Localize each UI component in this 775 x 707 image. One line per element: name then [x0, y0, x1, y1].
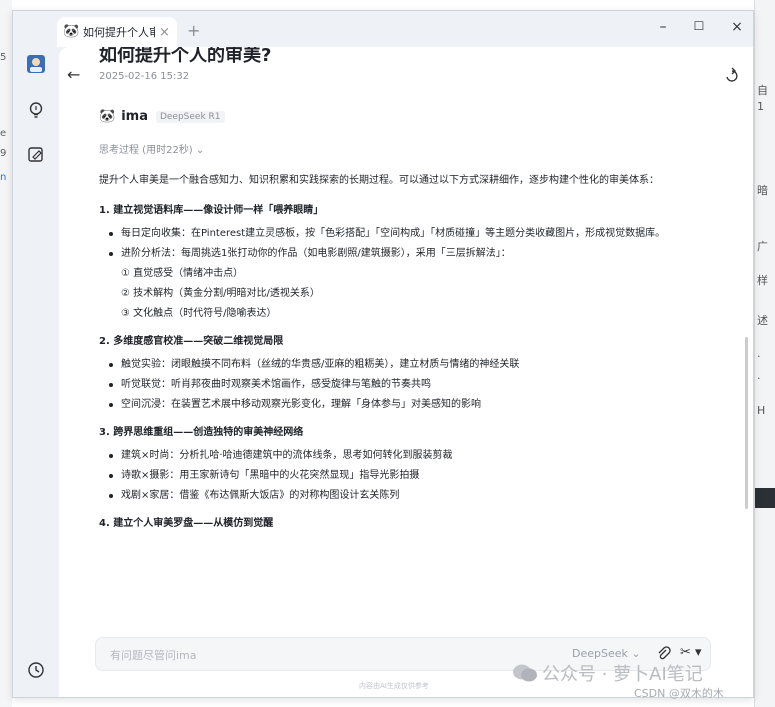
chat-content: ← 如何提升个人的审美? 2025-02-16 15:32 🐼 ima Deep…	[59, 47, 753, 697]
panda-logo-icon: 🐼	[99, 109, 116, 124]
maximize-button[interactable]: ☐	[689, 19, 709, 33]
ima-window: 🐼 如何提升个人审美 × + – ☐ ×	[12, 10, 754, 698]
bg-char: 述	[757, 314, 768, 327]
bg-char: n	[0, 172, 7, 183]
section-heading: 3. 跨界思维重组——创造独特的审美神经网络	[99, 427, 304, 438]
section-heading: 4. 建立个人审美罗盘——从模仿到觉醒	[99, 518, 274, 529]
clock-icon	[28, 662, 44, 678]
background-window-right: 自 1 暗 广 样 述 · · H	[754, 0, 775, 707]
list-item: 听觉联觉：听肖邦夜曲时观察美术馆画作，感受旋律与笔触的节奏共鸣	[99, 375, 719, 395]
bg-char: 自	[757, 84, 768, 97]
lightbulb-icon	[29, 102, 43, 118]
bg-char: 广	[757, 240, 768, 253]
list-item: 建筑×时尚：分析扎哈·哈迪德建筑中的流体线条，思考如何转化到服装剪裁	[99, 446, 719, 466]
bg-char: H	[757, 404, 766, 417]
scrollbar[interactable]	[745, 337, 748, 509]
list-item: 戏剧×家居：借鉴《布达佩斯大饭店》的对称构图设计玄关陈列	[99, 486, 719, 506]
scissors-icon[interactable]: ✂ ▾	[680, 645, 702, 660]
tab-current[interactable]: 🐼 如何提升个人审美 ×	[57, 17, 177, 47]
sub-item: ③ 文化触点（时代符号/隐喻表达）	[121, 308, 277, 319]
list-item: 空间沉浸：在装置艺术展中移动观察光影变化，理解「身体参与」对美感知的影响	[99, 395, 719, 415]
avatar-icon	[27, 55, 45, 73]
bg-char: 暗	[757, 184, 768, 197]
ai-header: 🐼 ima DeepSeek R1	[99, 109, 225, 124]
tab-title: 如何提升个人审美	[83, 26, 155, 39]
panda-logo-icon: 🐼	[63, 24, 80, 39]
minimize-button[interactable]: –	[653, 19, 673, 35]
wechat-icon	[513, 664, 537, 682]
bg-char: 9	[0, 148, 7, 159]
thinking-toggle[interactable]: 思考过程 (用时22秒) ⌄	[99, 141, 204, 156]
list-item: 进阶分析法：每周挑选1张打动你的作品（如电影剧照/建筑摄影），采用「三层拆解法」…	[99, 244, 719, 264]
sidebar-item-notes[interactable]	[25, 143, 47, 165]
back-button[interactable]: ←	[67, 65, 80, 84]
sidebar-item-ideas[interactable]	[25, 99, 47, 121]
edit-icon	[28, 147, 43, 162]
sub-item: ② 技术解构（黄金分割/明暗对比/透视关系）	[121, 288, 320, 299]
answer-body: 提升个人审美是一个融合感知力、知识积累和实践探索的长期过程。可以通过以下方式深耕…	[99, 171, 719, 537]
background-window-left: 5 e 9 n	[0, 0, 12, 707]
tab-close-icon[interactable]: ×	[159, 25, 170, 40]
bg-char: ·	[757, 350, 761, 363]
model-badge: DeepSeek R1	[155, 110, 225, 123]
ai-name: ima	[121, 109, 148, 124]
disclaimer: 内容由AI生成仅供参考	[359, 682, 429, 690]
timestamp: 2025-02-16 15:32	[99, 71, 190, 82]
new-tab-button[interactable]: +	[187, 21, 200, 40]
input-placeholder: 有问题尽管问ima	[110, 649, 197, 662]
list-item: 诗歌×摄影：用王家新诗句「黑暗中的火花突然显现」指导光影拍摄	[99, 466, 719, 486]
sidebar	[13, 47, 59, 697]
intro-paragraph: 提升个人审美是一个融合感知力、知识积累和实践探索的长期过程。可以通过以下方式深耕…	[99, 175, 659, 186]
page-title: 如何提升个人的审美?	[99, 47, 272, 66]
sidebar-item-history[interactable]	[25, 659, 47, 681]
csdn-watermark: CSDN @双木的木	[634, 687, 724, 700]
close-button[interactable]: ×	[727, 19, 747, 35]
section-heading: 1. 建立视觉语料库——像设计师一样「喂养眼睛」	[99, 205, 324, 216]
watermark: 公众号 · 萝卜AI笔记	[512, 660, 703, 686]
bg-char: 样	[757, 274, 768, 287]
watermark-text: 公众号 · 萝卜AI笔记	[542, 664, 703, 685]
bg-dark-block	[755, 488, 775, 508]
section-heading: 2. 多维度感官校准——突破二维视觉局限	[99, 336, 284, 347]
model-selector[interactable]: DeepSeek ⌄	[572, 647, 641, 660]
bg-char: e	[0, 128, 7, 139]
share-icon[interactable]	[723, 67, 741, 85]
bg-char: ·	[757, 372, 761, 385]
sub-item: ① 直觉感受（情绪冲击点）	[121, 268, 244, 279]
bg-char: 1	[757, 100, 764, 113]
avatar[interactable]	[25, 53, 47, 75]
list-item: 每日定向收集：在Pinterest建立灵感板，按「色彩搭配」「空间构成」「材质碰…	[99, 224, 719, 244]
bg-char: 5	[0, 52, 7, 63]
list-item: 触觉实验：闭眼触摸不同布料（丝绒的华贵感/亚麻的粗粝美），建立材质与情绪的神经关…	[99, 355, 719, 375]
title-bar: 🐼 如何提升个人审美 × + – ☐ ×	[13, 11, 753, 47]
